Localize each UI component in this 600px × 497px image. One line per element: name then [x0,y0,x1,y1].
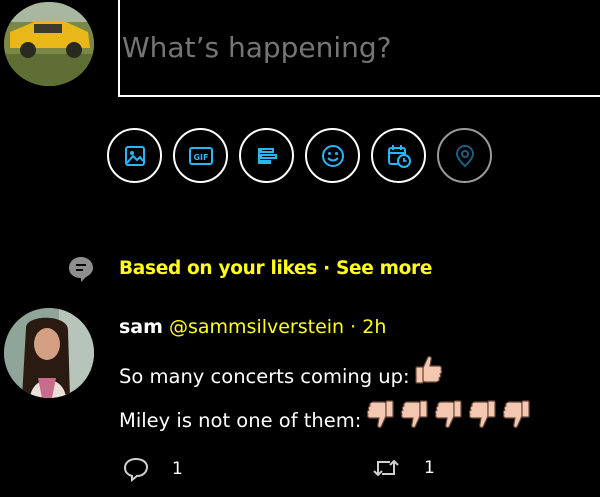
tweet-line-2-text: Miley is not one of them: [119,408,362,432]
recommendation-icon [66,254,96,284]
user-avatar[interactable] [4,2,94,86]
thumbs-down-icon [467,398,497,442]
add-gif-button[interactable]: GIF [173,128,228,183]
compose-input[interactable] [122,29,592,67]
gif-label: GIF [193,153,208,162]
schedule-icon [387,144,411,168]
tweet-text: So many concerts coming up: Miley is not… [119,354,531,442]
retweet-icon [373,459,399,477]
tweet-author-handle[interactable]: @sammsilverstein [169,316,344,338]
gif-icon: GIF [188,146,213,165]
thumbs-up-icon [414,354,444,398]
image-icon [124,145,145,166]
tweet-author-name[interactable]: sam [119,316,163,338]
reply-button[interactable]: 1 [122,456,183,482]
add-image-button[interactable] [107,128,162,183]
tweet-timestamp[interactable]: 2h [362,316,386,338]
location-icon [455,144,474,167]
retweet-count: 1 [424,458,435,478]
add-location-button[interactable] [437,128,492,183]
emoji-icon [321,144,344,167]
compose-toolbar: GIF [107,128,492,186]
thumbs-down-icon [365,398,395,442]
tweet-header: sam @sammsilverstein · 2h [119,316,386,338]
retweet-button[interactable]: 1 [372,456,435,480]
reply-count: 1 [172,459,183,479]
thumbs-down-icon [399,398,429,442]
tweet-separator: · [344,316,363,338]
recommendation-separator: · [317,258,337,279]
tweet-line-2: Miley is not one of them: [119,398,531,442]
see-more-link[interactable]: See more [336,258,432,279]
recommendation-context: Based on your likes · See more [119,258,432,279]
poll-icon [257,147,277,164]
recommendation-reason: Based on your likes [119,258,317,279]
add-poll-button[interactable] [239,128,294,183]
schedule-button[interactable] [371,128,426,183]
tweet-line-1: So many concerts coming up: [119,354,531,398]
thumbs-down-icon [501,398,531,442]
reply-icon [123,457,149,482]
add-emoji-button[interactable] [305,128,360,183]
tweet-author-avatar[interactable] [4,308,94,398]
thumbs-down-icon [433,398,463,442]
tweet-line-1-text: So many concerts coming up: [119,364,410,388]
